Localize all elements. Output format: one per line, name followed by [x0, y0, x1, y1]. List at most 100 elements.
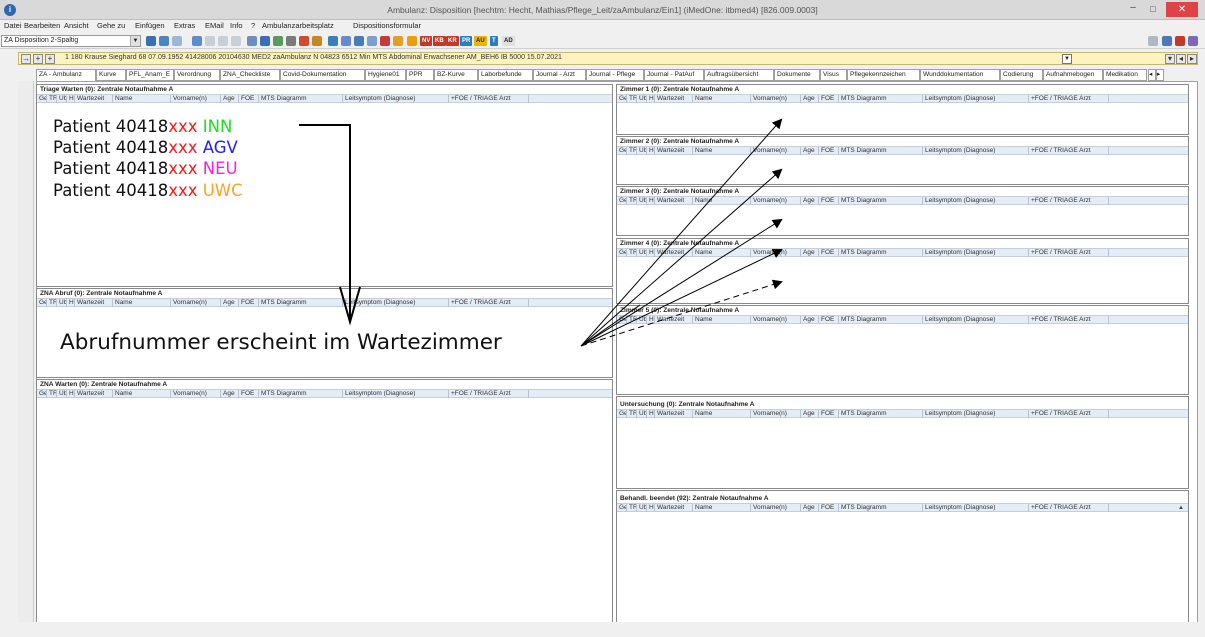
- column-header-cell[interactable]: Üb: [57, 299, 67, 307]
- column-header-cell[interactable]: Ge: [617, 316, 627, 324]
- column-header-cell[interactable]: FOE: [819, 249, 839, 257]
- column-header-cell[interactable]: Wartezeit: [655, 504, 693, 512]
- column-header-cell[interactable]: Wartezeit: [655, 316, 693, 324]
- column-header-cell[interactable]: Vorname(n): [751, 95, 801, 103]
- column-header-cell[interactable]: Üb: [637, 197, 647, 205]
- column-header-cell[interactable]: Age: [801, 95, 819, 103]
- column-header-cell[interactable]: Ge: [617, 147, 627, 155]
- column-header-cell[interactable]: Vorname(n): [171, 299, 221, 307]
- tab-za-ambulanz[interactable]: ZA - Ambulanz: [36, 69, 96, 81]
- column-header-cell[interactable]: +FOE / TRIAGE Arzt: [1029, 316, 1109, 324]
- column-header-cell[interactable]: TR: [47, 299, 57, 307]
- chart-icon[interactable]: [367, 36, 377, 46]
- save-icon[interactable]: [192, 36, 202, 46]
- column-header-cell[interactable]: TR: [627, 249, 637, 257]
- column-header-cell[interactable]: H: [647, 249, 655, 257]
- camera-icon[interactable]: [286, 36, 296, 46]
- tab-laborbefunde[interactable]: Laborbefunde: [478, 69, 533, 81]
- back-icon[interactable]: [146, 36, 156, 46]
- column-header-cell[interactable]: MTS Diagramm: [839, 316, 923, 324]
- panel-body[interactable]: [617, 418, 1188, 488]
- column-header-cell[interactable]: +FOE / TRIAGE Arzt: [1029, 249, 1109, 257]
- column-header-cell[interactable]: H: [647, 410, 655, 418]
- column-header-cell[interactable]: TR: [627, 316, 637, 324]
- column-header-cell[interactable]: Age: [801, 410, 819, 418]
- tab-aufnahmebogen[interactable]: Aufnahmebogen: [1043, 69, 1103, 81]
- column-header-cell[interactable]: Leitsymptom (Diagnose): [343, 299, 449, 307]
- column-header-cell[interactable]: Ge: [617, 410, 627, 418]
- tab-auftragsuebersicht[interactable]: Auftragsübersicht: [704, 69, 774, 81]
- column-header-cell[interactable]: H: [67, 95, 75, 103]
- column-header-cell[interactable]: +FOE / TRIAGE Arzt: [1029, 147, 1109, 155]
- column-header-cell[interactable]: Üb: [57, 390, 67, 398]
- tag-pr[interactable]: PR: [460, 36, 473, 46]
- column-header-cell[interactable]: Wartezeit: [655, 410, 693, 418]
- panel-body[interactable]: [617, 103, 1188, 134]
- report-icon[interactable]: [273, 36, 283, 46]
- list-icon[interactable]: [260, 36, 270, 46]
- column-header-cell[interactable]: Wartezeit: [655, 147, 693, 155]
- help-icon[interactable]: [1188, 36, 1198, 46]
- column-header-cell[interactable]: Ge: [617, 95, 627, 103]
- tab-journal-arzt[interactable]: Journal - Arzt: [533, 69, 586, 81]
- menu-email[interactable]: EMail: [205, 21, 224, 30]
- column-header-cell[interactable]: MTS Diagramm: [839, 410, 923, 418]
- column-header-cell[interactable]: Leitsymptom (Diagnose): [923, 410, 1029, 418]
- transfer-icon[interactable]: [312, 36, 322, 46]
- column-header-cell[interactable]: Age: [801, 197, 819, 205]
- column-header-cell[interactable]: Ge: [617, 197, 627, 205]
- tab-pfl-anam[interactable]: PFL_Anam_E: [126, 69, 174, 81]
- tab-dokumente[interactable]: Dokumente: [774, 69, 820, 81]
- tab-journal-patauf[interactable]: Journal - PatAuf: [644, 69, 704, 81]
- column-header-cell[interactable]: Wartezeit: [655, 95, 693, 103]
- column-header-cell[interactable]: Name: [693, 95, 751, 103]
- column-header-cell[interactable]: MTS Diagramm: [259, 390, 343, 398]
- column-header-cell[interactable]: Üb: [57, 95, 67, 103]
- column-header-cell[interactable]: H: [647, 316, 655, 324]
- column-header-cell[interactable]: H: [67, 299, 75, 307]
- panel-body[interactable]: [617, 324, 1188, 394]
- grid-icon[interactable]: [341, 36, 351, 46]
- flag-icon[interactable]: [380, 36, 390, 46]
- column-header-cell[interactable]: FOE: [239, 95, 259, 103]
- column-header-cell[interactable]: TR: [627, 504, 637, 512]
- panel-body[interactable]: [617, 205, 1188, 235]
- alert-icon[interactable]: [299, 36, 309, 46]
- tab-bz-kurve[interactable]: BZ-Kurve: [434, 69, 478, 81]
- column-header-cell[interactable]: FOE: [239, 299, 259, 307]
- column-header-cell[interactable]: H: [647, 95, 655, 103]
- settings-icon[interactable]: [1148, 36, 1158, 46]
- column-header-cell[interactable]: Age: [801, 147, 819, 155]
- column-header-cell[interactable]: Name: [693, 410, 751, 418]
- menu-gehe-zu[interactable]: Gehe zu: [97, 21, 125, 30]
- column-header-cell[interactable]: Ge: [37, 95, 47, 103]
- tab-medikation[interactable]: Medikation: [1103, 69, 1147, 81]
- calendar-icon[interactable]: [328, 36, 338, 46]
- column-header-cell[interactable]: H: [647, 197, 655, 205]
- menu-bearbeiten[interactable]: Bearbeiten: [24, 21, 60, 30]
- column-header-cell[interactable]: Age: [221, 390, 239, 398]
- column-header-cell[interactable]: MTS Diagramm: [839, 504, 923, 512]
- chevron-left-icon[interactable]: ◂: [1176, 54, 1186, 64]
- user-icon[interactable]: [393, 36, 403, 46]
- column-header-cell[interactable]: Wartezeit: [75, 299, 113, 307]
- tag-ad[interactable]: AD: [502, 36, 515, 46]
- tag-au[interactable]: AU: [474, 36, 487, 46]
- column-header-cell[interactable]: Name: [693, 197, 751, 205]
- exit-icon[interactable]: [1175, 36, 1185, 46]
- column-header-cell[interactable]: Wartezeit: [655, 249, 693, 257]
- column-header-cell[interactable]: Ge: [37, 299, 47, 307]
- search-icon[interactable]: [159, 36, 169, 46]
- tab-verordnung[interactable]: Verordnung: [174, 69, 220, 81]
- chevron-left-icon[interactable]: ◂: [1148, 69, 1156, 81]
- column-header-cell[interactable]: Vorname(n): [751, 504, 801, 512]
- column-header-cell[interactable]: Leitsymptom (Diagnose): [923, 197, 1029, 205]
- maximize-button[interactable]: □: [1146, 3, 1160, 15]
- column-header-cell[interactable]: Age: [801, 316, 819, 324]
- column-header-cell[interactable]: TR: [627, 197, 637, 205]
- menu-dispositionsformular[interactable]: Dispositionsformular: [353, 21, 421, 30]
- column-header-cell[interactable]: Ge: [617, 504, 627, 512]
- tab-journal-pflege[interactable]: Journal - Pflege: [586, 69, 644, 81]
- menu-info[interactable]: Info: [230, 21, 243, 30]
- column-header-cell[interactable]: Wartezeit: [655, 197, 693, 205]
